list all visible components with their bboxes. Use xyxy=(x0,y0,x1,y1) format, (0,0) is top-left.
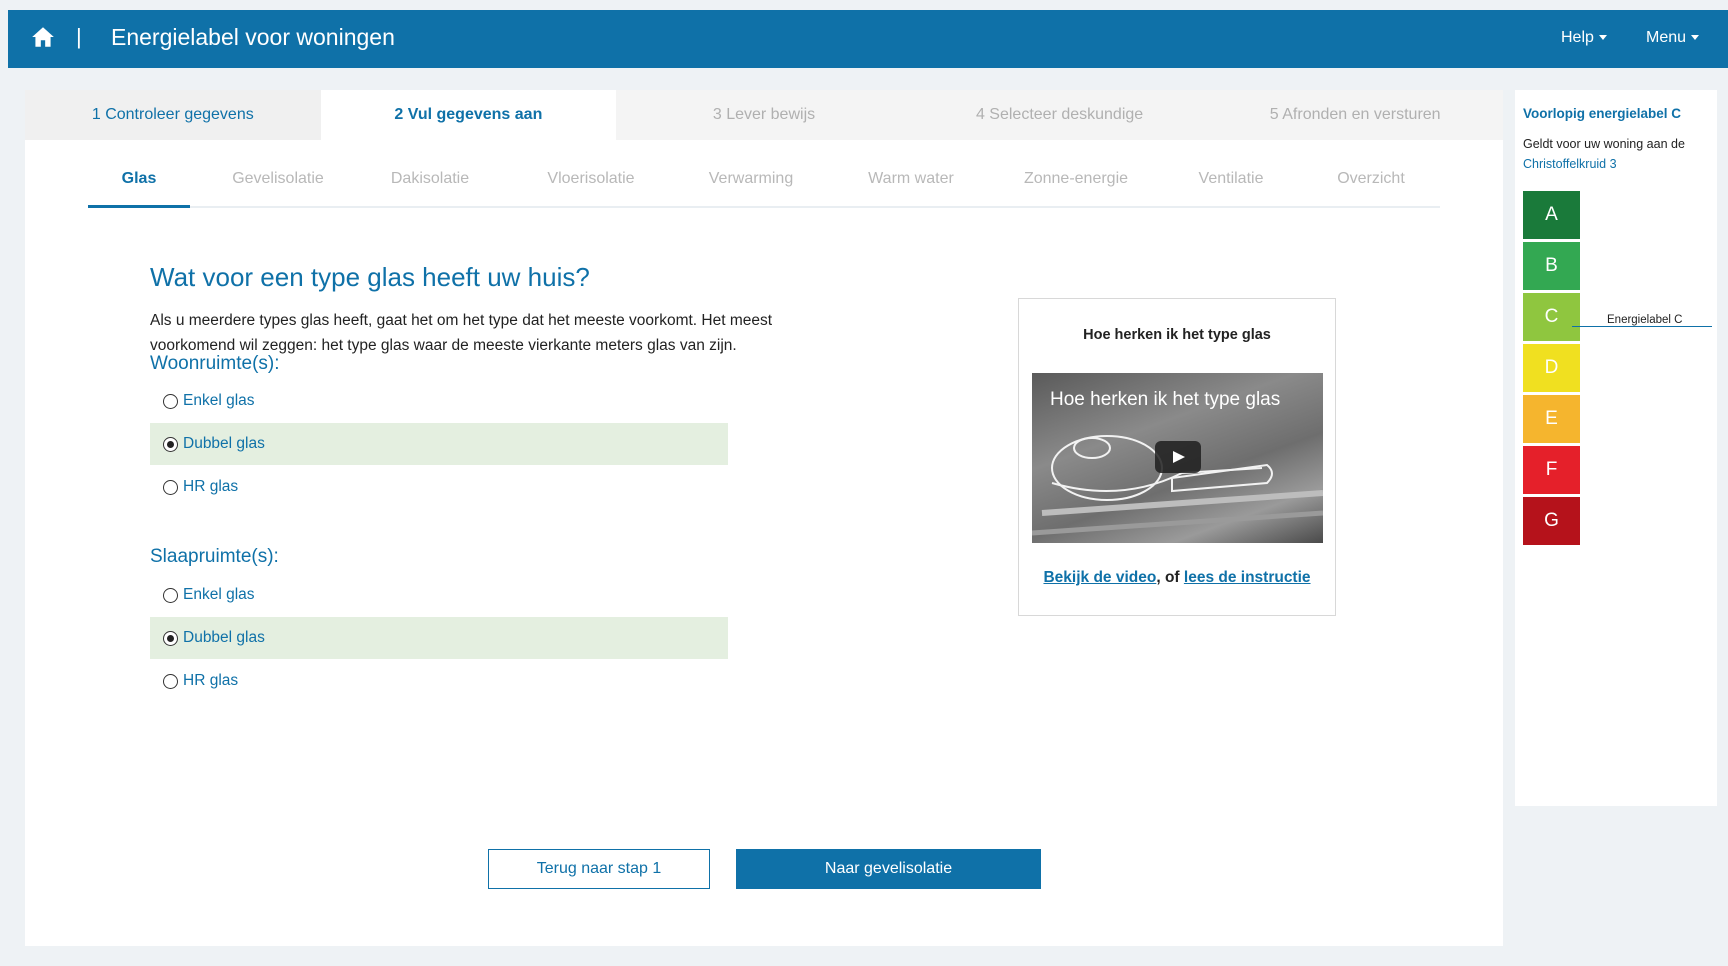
tab-glas[interactable]: Glas xyxy=(88,170,190,208)
radio-label: HR glas xyxy=(183,672,239,689)
slaap-option-hr-glas[interactable]: HR glas xyxy=(150,660,728,702)
main-card: 1 Controleer gegevens 2 Vul gegevens aan… xyxy=(25,90,1503,946)
main-menu[interactable]: Menu xyxy=(1646,29,1700,47)
woon-option-enkel-glas[interactable]: Enkel glas xyxy=(150,380,728,422)
help-menu-label: Help xyxy=(1561,29,1594,46)
woon-option-hr-glas[interactable]: HR glas xyxy=(150,466,728,508)
slaap-option-enkel-glas[interactable]: Enkel glas xyxy=(150,574,728,616)
radio-button[interactable] xyxy=(163,588,178,603)
tab-ventilatie[interactable]: Ventilatie xyxy=(1176,170,1286,208)
step-4-selecteer-deskundige: 4 Selecteer deskundige xyxy=(911,90,1208,140)
next-button[interactable]: Naar gevelisolatie xyxy=(736,849,1041,889)
play-icon[interactable] xyxy=(1155,441,1201,473)
app-title: Energielabel voor woningen xyxy=(111,24,395,50)
step-navigation: 1 Controleer gegevens 2 Vul gegevens aan… xyxy=(25,90,1503,140)
title-divider: | xyxy=(76,24,82,49)
tab-warm-water[interactable]: Warm water xyxy=(846,170,976,208)
video-box-title: Hoe herken ik het type glas xyxy=(1083,327,1271,343)
caret-down-icon xyxy=(1598,35,1607,41)
label-bar-c: C xyxy=(1523,293,1580,341)
woonruimte-title: Woonruimte(s): xyxy=(150,353,280,374)
step-1-controleer[interactable]: 1 Controleer gegevens xyxy=(25,90,321,140)
question-title: Wat voor een type glas heeft uw huis? xyxy=(150,262,590,292)
back-button[interactable]: Terug naar stap 1 xyxy=(488,849,710,889)
video-thumbnail[interactable]: Hoe herken ik het type glas xyxy=(1032,373,1323,543)
slaap-option-dubbel-glas[interactable]: Dubbel glas xyxy=(150,617,728,659)
slaapruimte-title: Slaapruimte(s): xyxy=(150,546,279,567)
current-label-marker-line xyxy=(1572,326,1712,327)
video-links: Bekijk de video, of lees de instructie xyxy=(1019,569,1335,587)
step-5-afronden: 5 Afronden en versturen xyxy=(1207,90,1503,140)
radio-button[interactable] xyxy=(163,437,178,452)
links-separator: , of xyxy=(1156,569,1184,586)
question-intro: Als u meerdere types glas heeft, gaat he… xyxy=(150,308,850,358)
label-bar-b: B xyxy=(1523,242,1580,290)
tab-vloerisolatie[interactable]: Vloerisolatie xyxy=(526,170,656,208)
tab-verwarming[interactable]: Verwarming xyxy=(686,170,816,208)
radio-label: Dubbel glas xyxy=(183,435,265,452)
watch-video-link[interactable]: Bekijk de video xyxy=(1043,569,1156,586)
provisional-label-title: Voorlopig energielabel C xyxy=(1523,106,1682,121)
radio-button[interactable] xyxy=(163,674,178,689)
tab-dakisolatie[interactable]: Dakisolatie xyxy=(370,170,490,208)
label-bar-g: G xyxy=(1523,497,1580,545)
read-instruction-link[interactable]: lees de instructie xyxy=(1184,569,1311,586)
current-label-marker-text: Energielabel C xyxy=(1607,314,1683,326)
step-3-lever-bewijs: 3 Lever bewijs xyxy=(616,90,912,140)
caret-down-icon xyxy=(1691,35,1700,41)
video-help-box: Hoe herken ik het type glas Hoe herken i… xyxy=(1018,298,1336,616)
step-2-vul-gegevens[interactable]: 2 Vul gegevens aan xyxy=(320,90,617,140)
top-bar: | Energielabel voor woningen Help Menu xyxy=(8,10,1728,68)
intro-line-1: Als u meerdere types glas heeft, gaat he… xyxy=(150,312,773,329)
radio-label: Dubbel glas xyxy=(183,629,265,646)
main-menu-label: Menu xyxy=(1646,29,1687,46)
radio-label: Enkel glas xyxy=(183,586,255,603)
radio-label: HR glas xyxy=(183,478,239,495)
help-menu[interactable]: Help xyxy=(1561,29,1607,47)
tab-overzicht[interactable]: Overzicht xyxy=(1316,170,1426,208)
radio-label: Enkel glas xyxy=(183,392,255,409)
label-bar-d: D xyxy=(1523,344,1580,392)
sub-tabs: Glas Gevelisolatie Dakisolatie Vloerisol… xyxy=(88,170,1440,208)
tab-gevelisolatie[interactable]: Gevelisolatie xyxy=(208,170,348,208)
applies-to-text: Geldt voor uw woning aan de xyxy=(1523,137,1685,151)
video-thumbnail-title: Hoe herken ik het type glas xyxy=(1050,389,1281,410)
woon-option-dubbel-glas[interactable]: Dubbel glas xyxy=(150,423,728,465)
energy-label-panel: Voorlopig energielabel C Geldt voor uw w… xyxy=(1515,90,1717,806)
label-bar-a: A xyxy=(1523,191,1580,239)
home-icon[interactable] xyxy=(30,24,56,50)
radio-button[interactable] xyxy=(163,480,178,495)
radio-button[interactable] xyxy=(163,394,178,409)
label-bar-e: E xyxy=(1523,395,1580,443)
label-bar-f: F xyxy=(1523,446,1580,494)
tab-zonne-energie[interactable]: Zonne-energie xyxy=(1006,170,1146,208)
address-link[interactable]: Christoffelkruid 3 xyxy=(1523,157,1617,171)
radio-button[interactable] xyxy=(163,631,178,646)
